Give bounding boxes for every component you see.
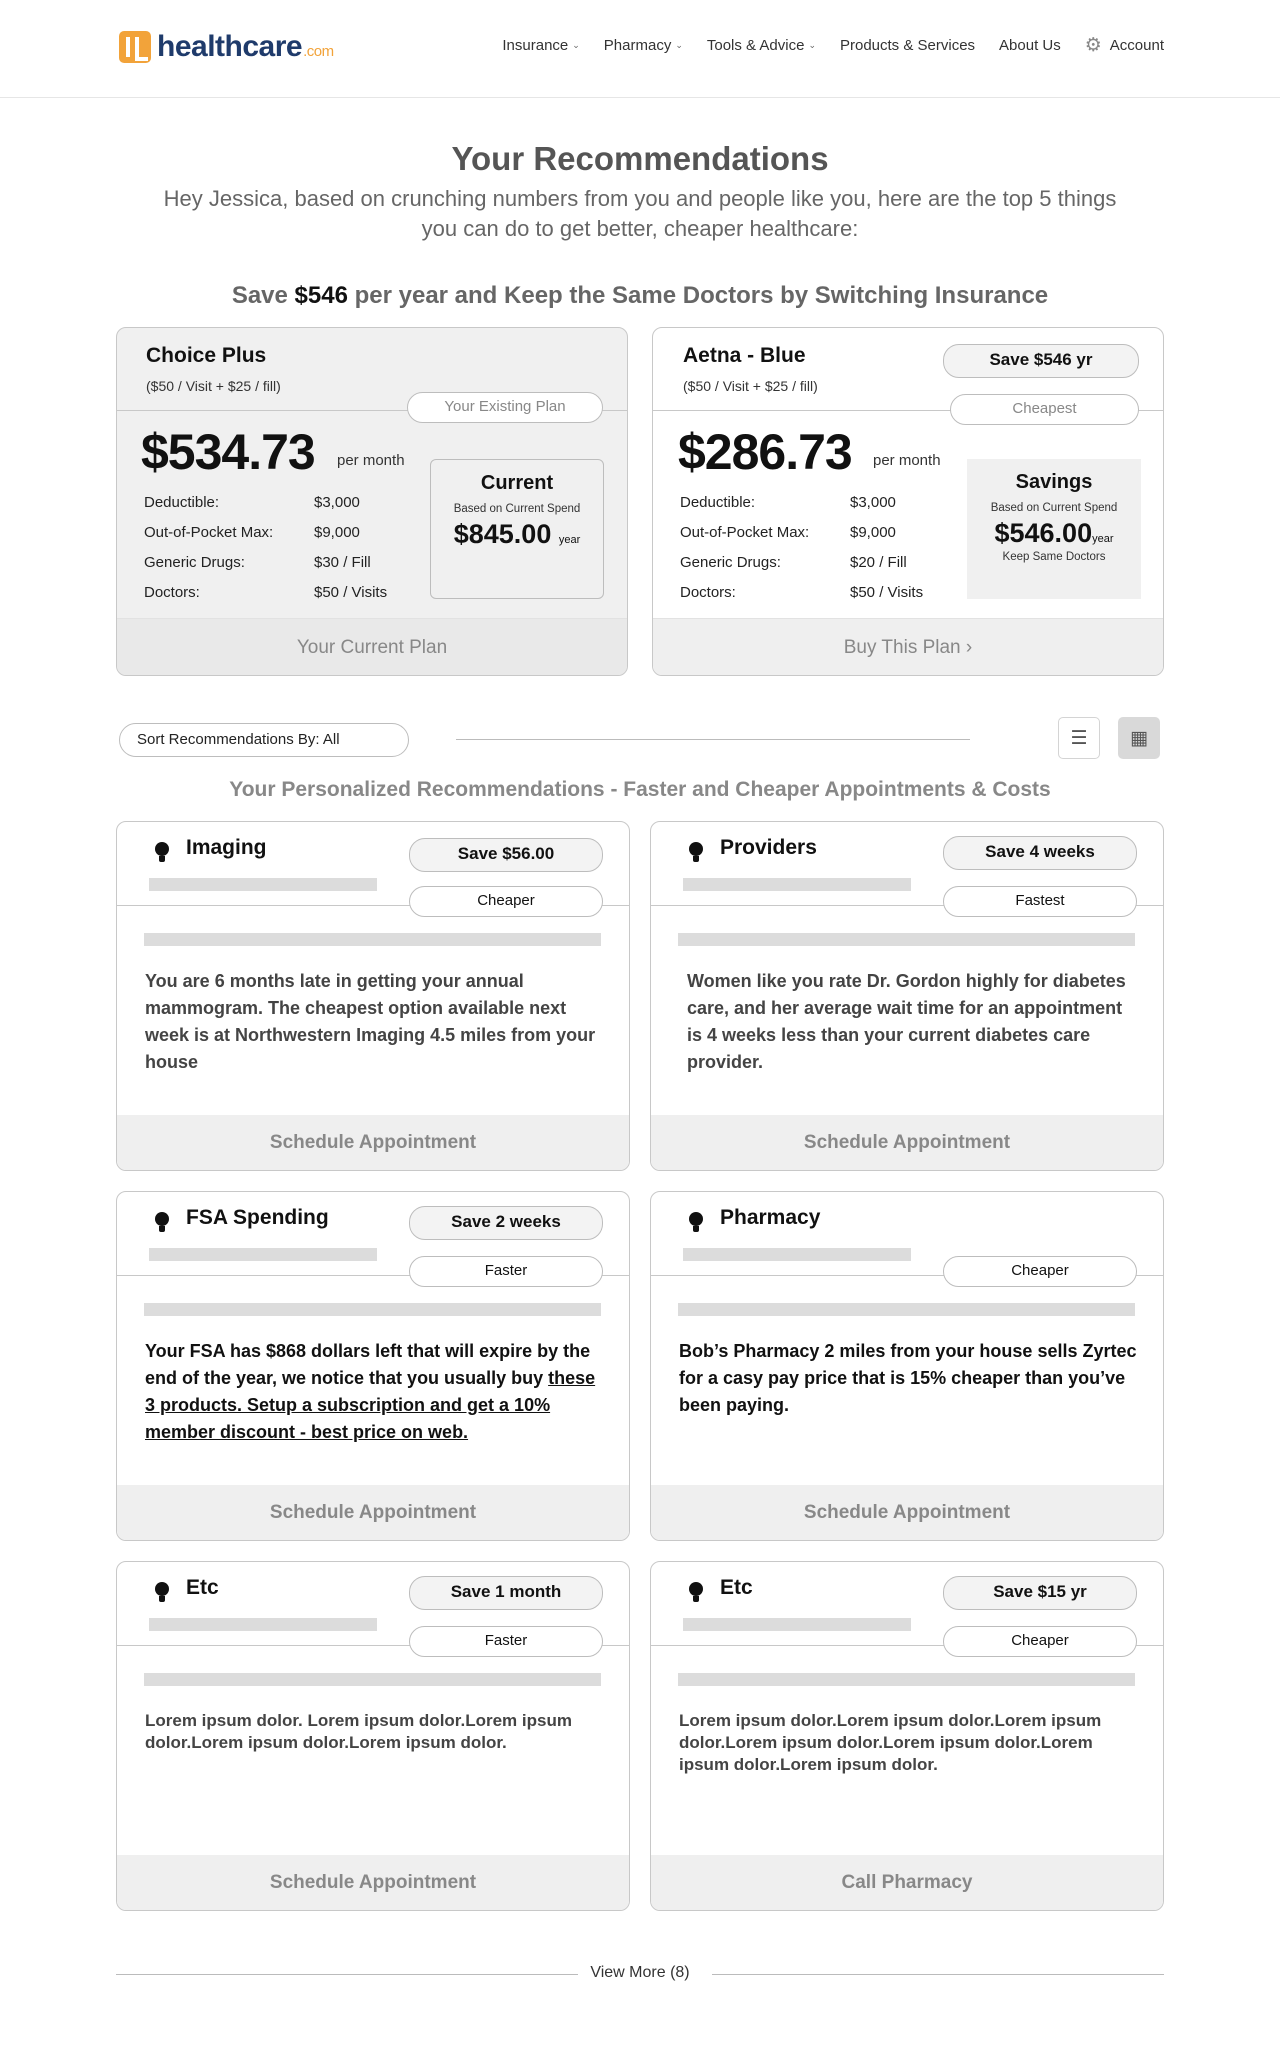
save-badge: Save $56.00: [409, 838, 603, 872]
lightbulb-icon: [155, 1582, 169, 1602]
lightbulb-icon: [689, 842, 703, 862]
current-plan-card: Choice Plus ($50 / Visit + $25 / fill) Y…: [116, 327, 628, 676]
grid-view-button[interactable]: ▦: [1118, 717, 1160, 759]
savings-box: Savings Based on Current Spend $546.00ye…: [967, 459, 1141, 599]
schedule-appointment-button[interactable]: Schedule Appointment: [651, 1485, 1163, 1540]
logo-text: healthcare.com: [157, 30, 334, 63]
call-pharmacy-button[interactable]: Call Pharmacy: [651, 1855, 1163, 1910]
save-badge: Save 1 month: [409, 1576, 603, 1610]
buy-plan-button[interactable]: Buy This Plan ›: [653, 618, 1163, 675]
tag-badge: Faster: [409, 1256, 603, 1287]
recommended-plan-card: Aetna - Blue ($50 / Visit + $25 / fill) …: [652, 327, 1164, 676]
site-header: healthcare.com Insurance ⌄ Pharmacy ⌄ Tool…: [0, 0, 1280, 98]
placeholder-bar: [149, 878, 377, 891]
current-spend-box: Current Based on Current Spend $845.00 y…: [430, 459, 604, 599]
plan-specs: Deductible: $3,000 Out-of-Pocket Max: $9,0…: [680, 494, 924, 601]
sort-dropdown[interactable]: Sort Recommendations By: All: [119, 723, 409, 757]
tag-badge: Faster: [409, 1626, 603, 1657]
card-description: Lorem ipsum dolor.Lorem ipsum dolor.Lore…: [679, 1711, 1102, 1774]
price-unit: per month: [873, 452, 941, 469]
list-icon: ☰: [1070, 727, 1088, 749]
save-badge: Save 2 weeks: [409, 1206, 603, 1240]
placeholder-bar: [678, 1673, 1135, 1686]
tag-badge: Cheaper: [943, 1256, 1137, 1287]
nav-products-services[interactable]: Products & Services: [840, 36, 975, 55]
schedule-appointment-button[interactable]: Schedule Appointment: [117, 1115, 629, 1170]
placeholder-bar: [678, 933, 1135, 946]
rec-card-imaging: Imaging Save $56.00 Cheaper You are 6 mo…: [116, 821, 630, 1171]
plan-subtitle: ($50 / Visit + $25 / fill): [146, 378, 281, 394]
healthcare-logo[interactable]: healthcare.com: [119, 29, 334, 65]
save-badge: Save $15 yr: [943, 1576, 1137, 1610]
grid-icon: ▦: [1130, 727, 1148, 749]
rec-card-etc: Etc Save 1 month Faster Lorem ipsum dolo…: [116, 1561, 630, 1911]
tag-badge: Cheaper: [409, 886, 603, 917]
page-subtitle: Hey Jessica, based on crunching numbers …: [163, 186, 1117, 241]
card-title: Pharmacy: [720, 1206, 821, 1229]
page-title: Your Recommendations: [451, 140, 829, 177]
placeholder-bar: [678, 1303, 1135, 1316]
schedule-appointment-button[interactable]: Schedule Appointment: [117, 1855, 629, 1910]
lightbulb-icon: [155, 1212, 169, 1232]
chevron-down-icon: ⌄: [808, 40, 816, 50]
list-view-button[interactable]: ☰: [1058, 717, 1100, 759]
chevron-down-icon: ⌄: [572, 40, 580, 50]
lightbulb-icon: [689, 1212, 703, 1232]
tag-badge: Cheaper: [943, 1626, 1137, 1657]
placeholder-bar: [683, 1618, 911, 1631]
price-unit: per month: [337, 452, 405, 469]
placeholder-bar: [683, 878, 911, 891]
card-description: Women like you rate Dr. Gordon highly fo…: [687, 971, 1126, 1072]
lightbulb-icon: [155, 842, 169, 862]
savings-heading: Save $546 per year and Keep the Same Doc…: [231, 282, 1049, 309]
card-title: Imaging: [186, 836, 267, 859]
placeholder-bar: [144, 1303, 601, 1316]
card-title: Providers: [720, 836, 817, 859]
card-title: Etc: [186, 1576, 219, 1599]
current-plan-label: Your Current Plan: [117, 618, 627, 675]
placeholder-bar: [683, 1248, 911, 1261]
card-title: Etc: [720, 1576, 753, 1599]
rec-card-etc: Etc Save $15 yr Cheaper Lorem ipsum dolo…: [650, 1561, 1164, 1911]
lightbulb-icon: [689, 1582, 703, 1602]
rec-card-fsa-spending: FSA Spending Save 2 weeks Faster Your FS…: [116, 1191, 630, 1541]
save-badge: Save $546 yr: [943, 344, 1139, 378]
rec-card-pharmacy: Pharmacy Cheaper Bob’s Pharmacy 2 miles …: [650, 1191, 1164, 1541]
nav-insurance[interactable]: Insurance ⌄: [502, 36, 579, 55]
schedule-appointment-button[interactable]: Schedule Appointment: [117, 1485, 629, 1540]
card-description: You are 6 months late in getting your an…: [145, 971, 596, 1072]
placeholder-bar: [149, 1618, 377, 1631]
gear-icon: ⚙: [1084, 35, 1102, 56]
nav-account[interactable]: ⚙ Account: [1085, 36, 1164, 55]
plan-name: Choice Plus: [146, 344, 267, 367]
divider: [456, 739, 970, 740]
tag-badge: Fastest: [943, 886, 1137, 917]
card-description: Bob’s Pharmacy 2 miles from your house s…: [679, 1341, 1137, 1415]
cheapest-tag: Cheapest: [950, 394, 1139, 425]
card-title: FSA Spending: [186, 1206, 329, 1229]
plan-specs: Deductible: $3,000 Out-of-Pocket Max: $9,0…: [144, 494, 388, 601]
nav-pharmacy[interactable]: Pharmacy ⌄: [604, 36, 683, 55]
placeholder-bar: [149, 1248, 377, 1261]
card-description: Your FSA has $868 dollars left that will…: [145, 1341, 596, 1442]
main-nav: Insurance ⌄ Pharmacy ⌄ Tools & Advice ⌄ Pro…: [502, 36, 1164, 55]
placeholder-bar: [144, 933, 601, 946]
plan-name: Aetna - Blue: [683, 344, 806, 367]
existing-plan-tag: Your Existing Plan: [407, 392, 603, 423]
rec-card-providers: Providers Save 4 weeks Fastest Women lik…: [650, 821, 1164, 1171]
logo-mark-icon: [119, 31, 151, 63]
card-description: Lorem ipsum dolor. Lorem ipsum dolor.Lor…: [145, 1711, 572, 1752]
placeholder-bar: [144, 1673, 601, 1686]
plan-subtitle: ($50 / Visit + $25 / fill): [683, 378, 818, 394]
recommendations-heading: Your Personalized Recommendations - Fast…: [229, 778, 1051, 801]
nav-about-us[interactable]: About Us: [999, 36, 1061, 55]
save-badge: Save 4 weeks: [943, 836, 1137, 870]
nav-tools-advice[interactable]: Tools & Advice ⌄: [707, 36, 816, 55]
plan-price: $286.73: [678, 424, 853, 480]
schedule-appointment-button[interactable]: Schedule Appointment: [651, 1115, 1163, 1170]
chevron-down-icon: ⌄: [675, 40, 683, 50]
plan-price: $534.73: [141, 424, 316, 480]
view-more-link: View More (8): [0, 1964, 1280, 1982]
